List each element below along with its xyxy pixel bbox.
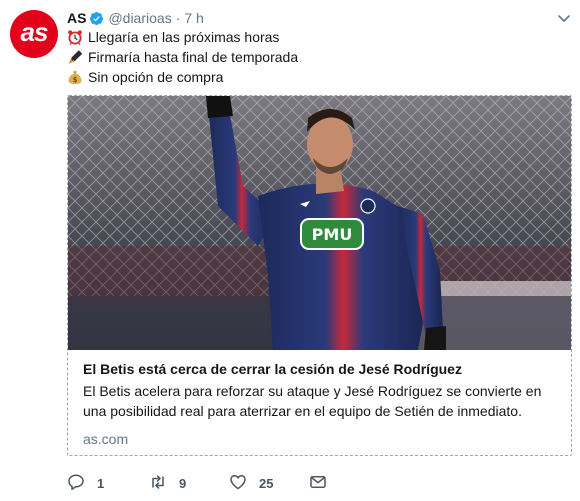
tweet-line: Llegaría en las próximas horas (67, 27, 298, 47)
retweet-count: 9 (179, 475, 187, 491)
heart-icon (229, 473, 247, 494)
link-card[interactable]: PMU El Betis está cerca de cerrar la ces… (67, 95, 572, 456)
timestamp[interactable]: 7 h (184, 10, 203, 26)
like-count: 25 (259, 475, 274, 491)
tweet-line-text: Sin opción de compra (88, 69, 224, 85)
chevron-down-icon[interactable] (556, 10, 572, 26)
money-bag-icon: $ (67, 69, 83, 85)
card-description: El Betis acelera para reforzar su ataque… (83, 383, 542, 419)
svg-text:$: $ (73, 76, 78, 84)
shirt-sponsor-text: PMU (312, 225, 353, 244)
football-player-photo: PMU (68, 96, 571, 350)
verified-badge-icon (89, 11, 104, 26)
fountain-pen-icon (67, 49, 83, 65)
avatar-logo-text: as (20, 16, 49, 47)
card-text: El Betis está cerca de cerrar la cesión … (83, 359, 563, 449)
separator-dot: · (175, 10, 181, 26)
reply-icon (67, 473, 85, 494)
like-button[interactable]: 25 (229, 472, 273, 494)
tweet-line: $ Sin opción de compra (67, 67, 298, 87)
tweet-line: Firmaría hasta final de temporada (67, 47, 298, 67)
avatar[interactable]: as (10, 10, 58, 58)
tweet-actions: 1 9 25 (67, 472, 367, 494)
tweet: as AS @diarioas · 7 h Llegaría en las pr… (0, 0, 580, 501)
reply-count: 1 (97, 475, 105, 491)
card-image[interactable]: PMU (68, 96, 571, 350)
tweet-line-text: Firmaría hasta final de temporada (88, 49, 299, 65)
account-handle[interactable]: @diarioas (108, 10, 171, 26)
display-name[interactable]: AS (67, 10, 86, 26)
card-domain: as.com (83, 431, 129, 447)
tweet-text: Llegaría en las próximas horas Firmaría … (67, 27, 298, 87)
tweet-line-text: Llegaría en las próximas horas (88, 29, 280, 45)
direct-message-button[interactable] (309, 472, 327, 494)
card-title[interactable]: El Betis está cerca de cerrar la cesión … (83, 359, 563, 379)
retweet-icon (149, 473, 167, 494)
retweet-button[interactable]: 9 (149, 472, 186, 494)
tweet-header: AS @diarioas · 7 h (67, 9, 204, 27)
reply-button[interactable]: 1 (67, 472, 104, 494)
alarm-clock-icon (67, 29, 83, 45)
envelope-icon (309, 473, 327, 494)
